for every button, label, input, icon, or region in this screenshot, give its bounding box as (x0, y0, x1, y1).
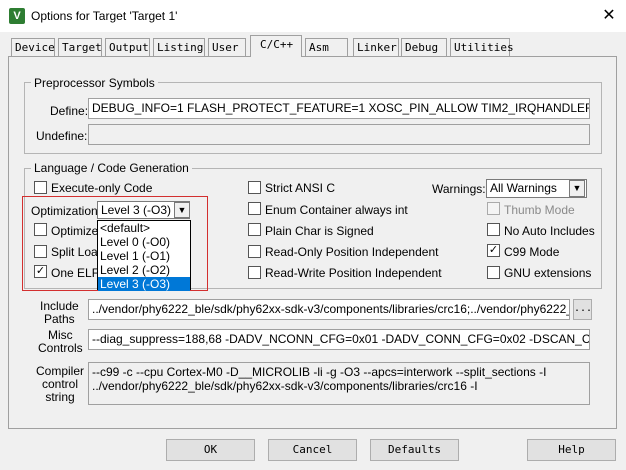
tab-asm[interactable]: Asm (305, 38, 348, 56)
include-paths-label: Include Paths (40, 299, 79, 326)
undefine-label: Undefine: (36, 129, 88, 143)
execute-only-label: Execute-only Code (51, 181, 153, 195)
define-label: Define: (50, 104, 89, 118)
enum-container-checkbox[interactable] (248, 202, 261, 215)
tab-user[interactable]: User (208, 38, 246, 56)
thumb-mode-label: Thumb Mode (504, 203, 575, 217)
tab-c-cpp[interactable]: C/C++ (250, 35, 302, 57)
tab-target[interactable]: Target (58, 38, 102, 56)
language-group-title: Language / Code Generation (31, 161, 192, 175)
define-input[interactable]: DEBUG_INFO=1 FLASH_PROTECT_FEATURE=1 XOS… (88, 98, 590, 119)
c99-mode-label: C99 Mode (504, 245, 560, 259)
dropdown-option-level2[interactable]: Level 2 (-O2) (98, 263, 190, 277)
cancel-button[interactable]: Cancel (268, 439, 357, 461)
strict-ansi-checkbox[interactable] (248, 181, 261, 194)
thumb-mode-checkbox (487, 202, 500, 215)
gnu-extensions-label: GNU extensions (504, 266, 592, 280)
ro-pi-label: Read-Only Position Independent (265, 245, 439, 259)
warnings-dropdown-arrow-icon[interactable]: ▼ (569, 180, 585, 197)
misc-controls-label: Misc Controls (38, 328, 83, 355)
tab-debug[interactable]: Debug (401, 38, 447, 56)
strict-ansi-label: Strict ANSI C (265, 181, 336, 195)
rw-pi-checkbox[interactable] (248, 266, 261, 279)
gnu-extensions-checkbox[interactable] (487, 266, 500, 279)
tab-linker[interactable]: Linker (353, 38, 399, 56)
dropdown-option-level1[interactable]: Level 1 (-O1) (98, 249, 190, 263)
ro-pi-checkbox[interactable] (248, 245, 261, 258)
optimization-dropdown-list: <default> Level 0 (-O0) Level 1 (-O1) Le… (97, 220, 191, 291)
tab-utilities[interactable]: Utilities (450, 38, 514, 56)
include-paths-browse-button[interactable]: ... (573, 299, 592, 320)
defaults-button[interactable]: Defaults (370, 439, 459, 461)
warnings-label: Warnings: (432, 182, 486, 196)
tab-output[interactable]: Output (105, 38, 150, 56)
dropdown-option-level3[interactable]: Level 3 (-O3) (98, 277, 190, 291)
undefine-input[interactable] (88, 124, 590, 145)
enum-container-label: Enum Container always int (265, 203, 408, 217)
include-paths-input[interactable]: ../vendor/phy6222_ble/sdk/phy62xx-sdk-v3… (88, 299, 570, 320)
app-icon: V (9, 8, 25, 24)
window-title: Options for Target 'Target 1' (31, 9, 178, 23)
tab-device[interactable]: Device (11, 38, 55, 56)
preprocessor-group-title: Preprocessor Symbols (31, 76, 158, 90)
dropdown-option-default[interactable]: <default> (98, 221, 190, 235)
plain-char-checkbox[interactable] (248, 223, 261, 236)
execute-only-checkbox[interactable] (34, 181, 47, 194)
compiler-control-label: Compiler control string (36, 364, 85, 404)
tab-listing[interactable]: Listing (153, 38, 205, 56)
rw-pi-label: Read-Write Position Independent (265, 266, 442, 280)
plain-char-label: Plain Char is Signed (265, 224, 374, 238)
c99-mode-checkbox[interactable]: ✓ (487, 244, 500, 257)
close-icon[interactable]: ✕ (596, 4, 622, 28)
ok-button[interactable]: OK (166, 439, 255, 461)
no-auto-includes-label: No Auto Includes (504, 224, 595, 238)
compiler-control-string: --c99 -c --cpu Cortex-M0 -D__MICROLIB -l… (88, 362, 590, 405)
help-button[interactable]: Help (527, 439, 616, 461)
misc-controls-input[interactable]: --diag_suppress=188,68 -DADV_NCONN_CFG=0… (88, 329, 590, 350)
no-auto-includes-checkbox[interactable] (487, 223, 500, 236)
dropdown-option-level0[interactable]: Level 0 (-O0) (98, 235, 190, 249)
